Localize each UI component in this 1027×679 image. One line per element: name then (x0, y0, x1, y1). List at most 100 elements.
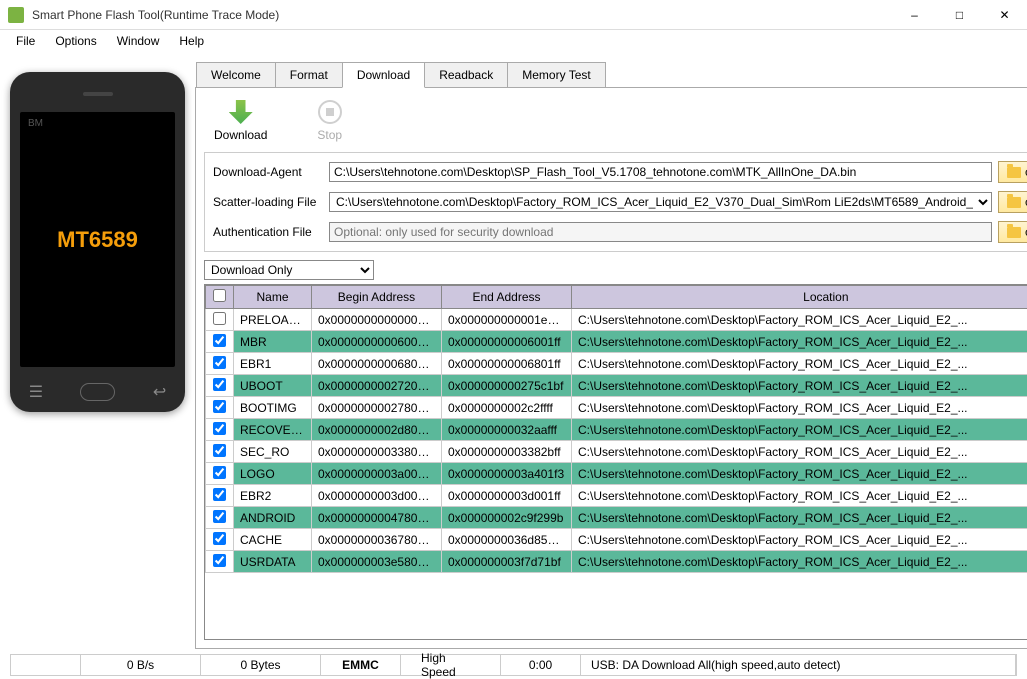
minimize-button[interactable]: – (892, 0, 937, 30)
status-bytes: 0 Bytes (201, 655, 321, 675)
choose-download-agent-button[interactable]: choose (998, 161, 1027, 183)
row-name: PRELOADER (234, 309, 312, 331)
row-begin: 0x0000000036780000 (312, 529, 442, 551)
table-row[interactable]: USRDATA0x000000003e5800000x000000003f7d7… (206, 551, 1027, 573)
tab-memory-test[interactable]: Memory Test (507, 62, 605, 87)
stop-button[interactable]: Stop (317, 100, 342, 142)
status-bar: 0 B/s 0 Bytes EMMC High Speed 0:00 USB: … (10, 654, 1017, 676)
row-checkbox[interactable] (213, 422, 226, 435)
menu-window[interactable]: Window (107, 32, 170, 50)
row-location: C:\Users\tehnotone.com\Desktop\Factory_R… (572, 353, 1027, 375)
row-begin: 0x0000000004780000 (312, 507, 442, 529)
row-end: 0x000000000001e1cb (442, 309, 572, 331)
row-name: ANDROID (234, 507, 312, 529)
row-checkbox[interactable] (213, 312, 226, 325)
row-end: 0x0000000036d85087 (442, 529, 572, 551)
tab-body: Download Stop Download-Agent choose Scat… (195, 87, 1027, 649)
table-row[interactable]: PRELOADER0x00000000000000000x00000000000… (206, 309, 1027, 331)
row-begin: 0x0000000002d80000 (312, 419, 442, 441)
row-name: SEC_RO (234, 441, 312, 463)
row-location: C:\Users\tehnotone.com\Desktop\Factory_R… (572, 331, 1027, 353)
phone-home-icon (80, 383, 115, 401)
col-location[interactable]: Location (572, 286, 1027, 309)
table-row[interactable]: CACHE0x00000000367800000x0000000036d8508… (206, 529, 1027, 551)
table-row[interactable]: SEC_RO0x00000000033800000x0000000003382b… (206, 441, 1027, 463)
row-checkbox[interactable] (213, 444, 226, 457)
tab-welcome[interactable]: Welcome (196, 62, 276, 87)
status-speed: 0 B/s (81, 655, 201, 675)
row-checkbox[interactable] (213, 378, 226, 391)
row-name: EBR1 (234, 353, 312, 375)
table-row[interactable]: UBOOT0x00000000027200000x000000000275c1b… (206, 375, 1027, 397)
row-end: 0x0000000003382bff (442, 441, 572, 463)
maximize-button[interactable]: □ (937, 0, 982, 30)
title-bar: Smart Phone Flash Tool(Runtime Trace Mod… (0, 0, 1027, 30)
download-button[interactable]: Download (214, 100, 267, 142)
check-all[interactable] (213, 289, 226, 302)
table-row[interactable]: BOOTIMG0x00000000027800000x0000000002c2f… (206, 397, 1027, 419)
row-begin: 0x0000000002720000 (312, 375, 442, 397)
row-name: RECOVERY (234, 419, 312, 441)
auth-label: Authentication File (213, 225, 323, 239)
row-checkbox[interactable] (213, 488, 226, 501)
window-title: Smart Phone Flash Tool(Runtime Trace Mod… (32, 8, 892, 22)
row-begin: 0x0000000000680000 (312, 353, 442, 375)
row-checkbox[interactable] (213, 510, 226, 523)
choose-scatter-button[interactable]: choose (998, 191, 1027, 213)
col-begin[interactable]: Begin Address (312, 286, 442, 309)
menu-file[interactable]: File (6, 32, 45, 50)
row-name: LOGO (234, 463, 312, 485)
download-agent-input[interactable] (329, 162, 992, 182)
menu-options[interactable]: Options (45, 32, 106, 50)
stop-icon (318, 100, 342, 124)
table-row[interactable]: LOGO0x0000000003a000000x0000000003a401f3… (206, 463, 1027, 485)
col-check (206, 286, 234, 309)
table-row[interactable]: ANDROID0x00000000047800000x000000002c9f2… (206, 507, 1027, 529)
table-row[interactable]: MBR0x00000000006000000x00000000006001ffC… (206, 331, 1027, 353)
download-mode-select[interactable]: Download Only (204, 260, 374, 280)
row-end: 0x000000003f7d71bf (442, 551, 572, 573)
status-mode: High Speed (401, 655, 501, 675)
row-location: C:\Users\tehnotone.com\Desktop\Factory_R… (572, 397, 1027, 419)
auth-input (329, 222, 992, 242)
row-name: BOOTIMG (234, 397, 312, 419)
row-checkbox[interactable] (213, 554, 226, 567)
row-name: CACHE (234, 529, 312, 551)
folder-icon (1007, 227, 1021, 238)
row-checkbox[interactable] (213, 400, 226, 413)
table-row[interactable]: EBR10x00000000006800000x00000000006801ff… (206, 353, 1027, 375)
folder-icon (1007, 197, 1021, 208)
phone-bm-label: BM (28, 118, 43, 129)
phone-menu-icon: ☰ (29, 382, 43, 402)
row-name: MBR (234, 331, 312, 353)
download-agent-label: Download-Agent (213, 165, 323, 179)
row-begin: 0x0000000003380000 (312, 441, 442, 463)
status-usb: USB: DA Download All(high speed,auto det… (581, 655, 1016, 675)
scatter-select[interactable]: C:\Users\tehnotone.com\Desktop\Factory_R… (329, 192, 992, 212)
row-location: C:\Users\tehnotone.com\Desktop\Factory_R… (572, 463, 1027, 485)
table-row[interactable]: RECOVERY0x0000000002d800000x00000000032a… (206, 419, 1027, 441)
row-end: 0x000000002c9f299b (442, 507, 572, 529)
row-checkbox[interactable] (213, 532, 226, 545)
file-fields: Download-Agent choose Scatter-loading Fi… (204, 152, 1027, 252)
tab-readback[interactable]: Readback (424, 62, 508, 87)
col-end[interactable]: End Address (442, 286, 572, 309)
row-begin: 0x0000000002780000 (312, 397, 442, 419)
tab-format[interactable]: Format (275, 62, 343, 87)
close-button[interactable]: ✕ (982, 0, 1027, 30)
row-end: 0x0000000003d001ff (442, 485, 572, 507)
row-checkbox[interactable] (213, 356, 226, 369)
col-name[interactable]: Name (234, 286, 312, 309)
row-begin: 0x0000000003d00000 (312, 485, 442, 507)
row-checkbox[interactable] (213, 334, 226, 347)
tab-download[interactable]: Download (342, 62, 425, 88)
partition-table: Name Begin Address End Address Location … (204, 284, 1027, 640)
row-checkbox[interactable] (213, 466, 226, 479)
row-location: C:\Users\tehnotone.com\Desktop\Factory_R… (572, 529, 1027, 551)
phone-preview: BM MT6589 ☰ ↩ (0, 52, 195, 654)
table-row[interactable]: EBR20x0000000003d000000x0000000003d001ff… (206, 485, 1027, 507)
row-end: 0x00000000006801ff (442, 353, 572, 375)
choose-auth-button[interactable]: choose (998, 221, 1027, 243)
menu-help[interactable]: Help (169, 32, 214, 50)
row-begin: 0x0000000000600000 (312, 331, 442, 353)
